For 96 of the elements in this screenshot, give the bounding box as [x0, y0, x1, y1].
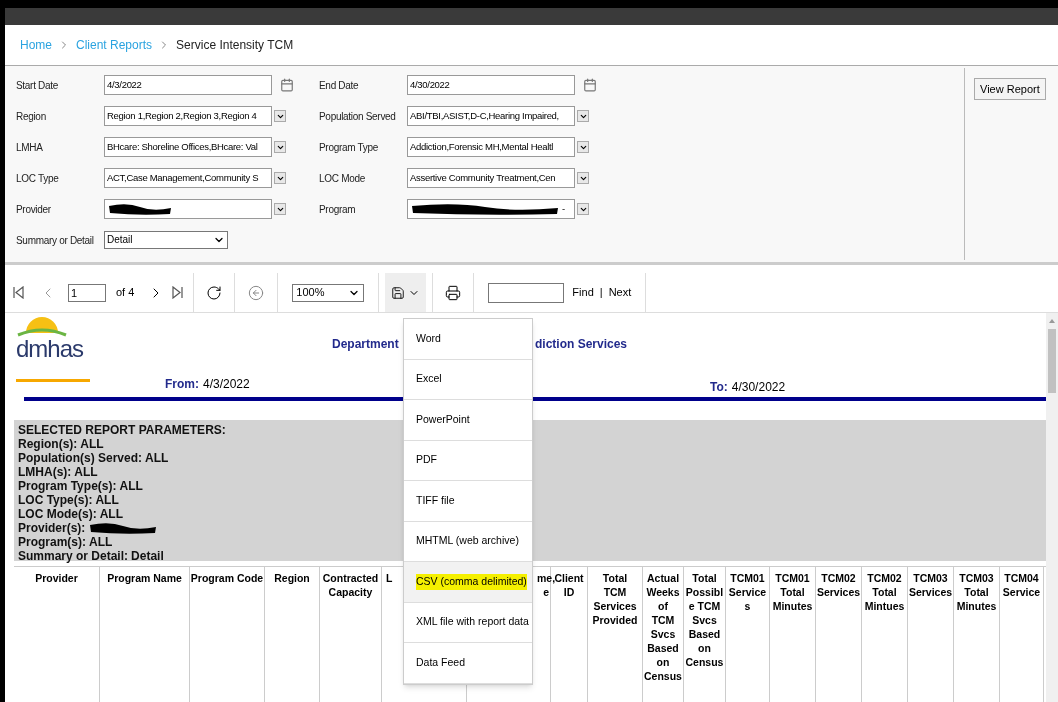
- summary-heading: SELECTED REPORT PARAMETERS:: [18, 423, 227, 437]
- scrollbar[interactable]: [1046, 313, 1058, 702]
- multiselect-field[interactable]: Region 1,Region 2,Region 3,Region 4: [104, 106, 272, 126]
- export-menu-item[interactable]: XML file with report data: [404, 602, 532, 643]
- field-label: LOC Mode: [319, 171, 366, 186]
- select-field[interactable]: Detail: [104, 231, 228, 249]
- field-label: Program: [319, 202, 357, 217]
- column-header: TCM03 Total Minutes: [956, 571, 997, 614]
- summary-label: LOC Mode(s):: [18, 507, 97, 521]
- export-menu-item[interactable]: Excel: [404, 359, 532, 400]
- summary-label: Provider(s):: [18, 521, 86, 535]
- field-value: -: [562, 202, 565, 216]
- column-header: TCM01 Service s: [728, 571, 767, 614]
- column-header: Total TCM Services Provided: [592, 571, 638, 628]
- page-title: Service Intensity TCM: [176, 37, 294, 54]
- redaction-scribble: [107, 202, 173, 216]
- redaction-scribble: [88, 521, 159, 535]
- column-header: Program Code: [190, 571, 264, 586]
- column-header: TCM02 Services: [816, 571, 861, 600]
- column-header: me, e: [537, 571, 556, 600]
- export-menu-item[interactable]: PowerPoint: [404, 400, 532, 441]
- export-button[interactable]: [385, 273, 427, 312]
- field-label: Provider: [16, 202, 52, 217]
- to-label: To:: [710, 379, 728, 396]
- field-label: Start Date: [16, 78, 60, 93]
- calendar-icon[interactable]: [583, 78, 597, 92]
- summary-label: Program(s):: [18, 535, 86, 549]
- to-date: 4/30/2022: [731, 379, 786, 396]
- column-header: Contracted Capacity: [322, 571, 379, 600]
- last-page-icon[interactable]: [172, 286, 184, 299]
- column-header: Actual Weeks of TCM Svcs Based on Census: [644, 571, 682, 684]
- field-label: Summary or Detail: [16, 233, 95, 248]
- summary-value: ALL: [145, 451, 169, 465]
- summary-value: ALL: [119, 479, 143, 493]
- summary-label: LOC Type(s):: [18, 493, 93, 507]
- column-header: TCM03 Services: [908, 571, 953, 600]
- field-label: LMHA: [16, 140, 44, 155]
- summary-value: Detail: [131, 549, 164, 563]
- export-menu-item[interactable]: Data Feed: [404, 643, 532, 684]
- summary-value: ALL: [80, 437, 104, 451]
- column-header: TCM04 Service: [1002, 571, 1041, 600]
- logo-text: dmhas: [16, 337, 84, 361]
- refresh-icon[interactable]: [206, 284, 223, 301]
- summary-label: Program Type(s):: [18, 479, 117, 493]
- summary-label: Region(s):: [18, 437, 78, 451]
- export-menu-item[interactable]: CSV (comma delimited): [404, 562, 532, 603]
- find-link[interactable]: Find: [572, 284, 594, 301]
- field-label: LOC Type: [16, 171, 60, 186]
- column-header: TCM02 Total Mintues: [864, 571, 905, 614]
- summary-label: Summary or Detail:: [18, 549, 129, 563]
- column-header: Provider: [35, 571, 78, 586]
- back-icon[interactable]: [248, 284, 265, 301]
- multiselect-field[interactable]: ACT,Case Management,Community S: [104, 168, 272, 188]
- page-number-field[interactable]: 1: [68, 283, 106, 302]
- summary-value: ALL: [95, 493, 119, 507]
- summary-label: Population(s) Served:: [18, 451, 142, 465]
- multiselect-field[interactable]: Assertive Community Treatment,Cen: [407, 168, 575, 188]
- export-menu-item[interactable]: TIFF file: [404, 481, 532, 522]
- separator-text: |: [599, 285, 603, 301]
- column-header: Client ID: [554, 571, 584, 600]
- summary-value: ALL: [99, 507, 123, 521]
- from-date: 4/3/2022: [203, 376, 250, 393]
- export-menu-item[interactable]: Word: [404, 319, 532, 360]
- from-label: From:: [165, 376, 199, 393]
- column-header: Region: [274, 571, 310, 586]
- print-icon[interactable]: [445, 284, 462, 301]
- multiselect-field[interactable]: BHcare: Shoreline Offices,BHcare: Val: [104, 137, 272, 157]
- page-count: of 4: [116, 285, 135, 301]
- column-header: L: [386, 571, 393, 586]
- find-field[interactable]: [488, 282, 565, 303]
- sun-logo-icon: [16, 315, 68, 337]
- multiselect-field[interactable]: Addiction,Forensic MH,Mental Healtl: [407, 137, 575, 157]
- column-header: Total Possibl e TCM Svcs Based on Census: [685, 571, 724, 670]
- column-header: Program Name: [107, 571, 182, 586]
- report-title: diction Services: [535, 336, 628, 353]
- date-field[interactable]: 4/30/2022: [407, 75, 575, 95]
- multiselect-field[interactable]: -: [407, 199, 575, 219]
- calendar-icon[interactable]: [280, 78, 294, 92]
- field-label: Program Type: [319, 140, 380, 155]
- summary-value: ALL: [89, 535, 113, 549]
- field-label: End Date: [319, 78, 360, 93]
- zoom-select[interactable]: 100%: [292, 283, 365, 302]
- export-menu-item[interactable]: PDF: [404, 440, 532, 481]
- date-field[interactable]: 4/3/2022: [104, 75, 272, 95]
- scrollbar-thumb[interactable]: [1048, 329, 1056, 393]
- report-title: Department: [332, 336, 399, 353]
- multiselect-field[interactable]: [104, 199, 272, 219]
- view-report-button[interactable]: View Report: [974, 78, 1046, 101]
- next-link[interactable]: Next: [608, 284, 632, 301]
- first-page-icon[interactable]: [13, 286, 24, 299]
- multiselect-field[interactable]: ABI/TBI,ASIST,D-C,Hearing Impaired,: [407, 106, 575, 126]
- column-header: TCM01 Total Minutes: [772, 571, 813, 614]
- field-label: Population Served: [319, 109, 397, 124]
- summary-label: LMHA(s):: [18, 465, 72, 479]
- summary-value: ALL: [74, 465, 98, 479]
- field-label: Region: [16, 109, 47, 124]
